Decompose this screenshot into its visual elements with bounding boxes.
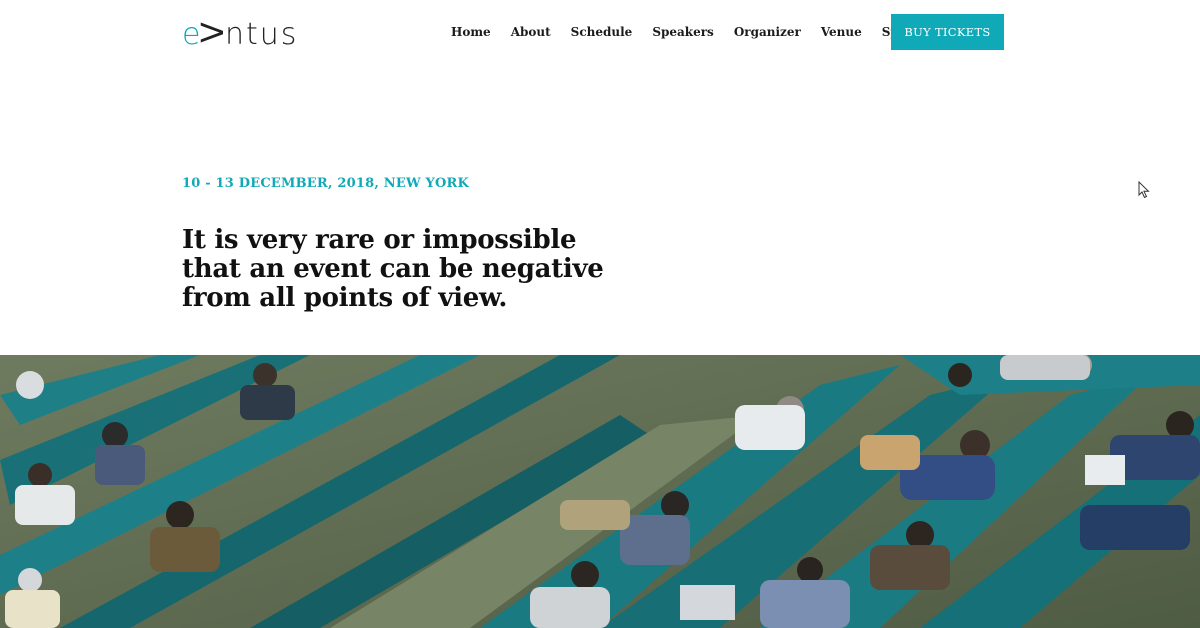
logo-letter-v: V xyxy=(196,21,232,45)
nav-item-organizer[interactable]: Organizer xyxy=(724,22,811,42)
nav-item-schedule[interactable]: Schedule xyxy=(561,22,643,42)
buy-tickets-button[interactable]: BUY TICKETS xyxy=(891,14,1004,50)
logo-text-rest: ntus xyxy=(225,16,299,52)
hero-headline: It is very rare or impossible that an ev… xyxy=(182,225,604,313)
mouse-pointer-icon xyxy=(1138,181,1150,199)
nav-item-about[interactable]: About xyxy=(501,22,561,42)
main-nav: Home About Schedule Speakers Organizer V… xyxy=(441,22,953,42)
logo[interactable]: e Vntus xyxy=(182,14,298,54)
nav-item-speakers[interactable]: Speakers xyxy=(642,22,724,42)
audience-photo xyxy=(0,355,1200,628)
site-header: e Vntus Home About Schedule Speakers Orga… xyxy=(0,0,1200,70)
nav-item-home[interactable]: Home xyxy=(441,22,501,42)
audience-illustration xyxy=(0,355,1200,628)
event-date: 10 - 13 DECEMBER, 2018, NEW YORK xyxy=(182,176,469,191)
nav-item-venue[interactable]: Venue xyxy=(811,22,872,42)
